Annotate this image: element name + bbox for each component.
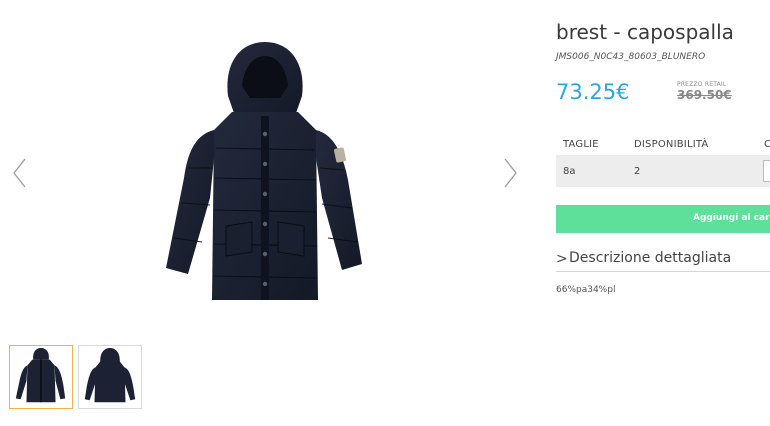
product-price: 73.25€	[556, 80, 630, 104]
chevron-left-icon	[13, 158, 26, 188]
column-header-size: TAGLIE	[563, 139, 599, 150]
product-title: brest - capospalla	[556, 20, 734, 44]
chevron-right-icon: >	[556, 251, 568, 267]
jacket-front-image	[166, 42, 362, 300]
product-sku: JMS006_N0C43_80603_BLUNERO	[556, 52, 706, 62]
description-toggle[interactable]: > Descrizione dettagliata	[556, 249, 770, 272]
column-header-quantity: C	[764, 139, 770, 150]
description-toggle-label: Descrizione dettagliata	[569, 250, 732, 266]
retail-price: 369.50€	[677, 88, 732, 102]
add-to-cart-button[interactable]: Aggiungi al carr	[556, 205, 770, 233]
gallery-next-button[interactable]	[498, 153, 522, 193]
product-main-image	[140, 38, 390, 313]
size-table-header: TAGLIE DISPONIBILITÀ C	[556, 136, 770, 154]
gallery-prev-button[interactable]	[8, 153, 32, 193]
description-content: 66%pa34%pl	[556, 285, 616, 295]
table-row: 8a 2	[556, 155, 770, 187]
column-header-availability: DISPONIBILITÀ	[634, 139, 709, 150]
thumbnail-back[interactable]	[78, 345, 142, 409]
retail-price-label: PREZZO RETAIL	[677, 81, 727, 88]
add-to-cart-label: Aggiungi al carr	[693, 213, 770, 223]
jacket-back-thumbnail	[84, 347, 136, 403]
size-cell: 8a	[563, 166, 576, 177]
chevron-right-icon	[504, 158, 517, 188]
availability-cell: 2	[634, 166, 641, 177]
quantity-input[interactable]	[763, 160, 770, 182]
thumbnail-front[interactable]	[9, 345, 73, 409]
jacket-front-thumbnail	[15, 347, 66, 403]
